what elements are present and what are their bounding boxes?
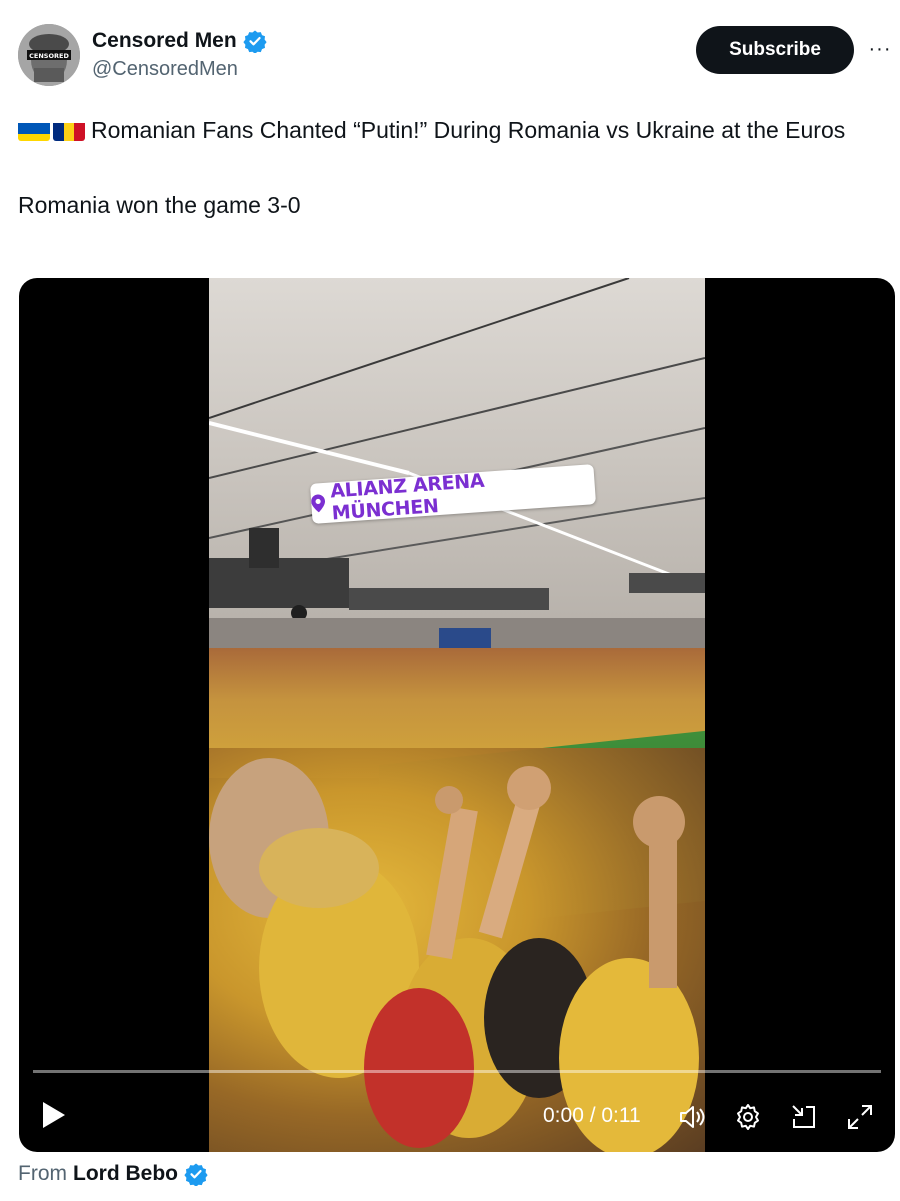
video-frame[interactable]: ALIANZ ARENA MÜNCHEN (209, 278, 705, 1152)
fullscreen-icon[interactable] (845, 1102, 875, 1132)
video-controls: 0:00 / 0:11 (19, 1084, 895, 1144)
play-icon[interactable] (39, 1100, 67, 1130)
subscribe-button[interactable]: Subscribe (696, 26, 854, 74)
tweet-line-1: Romanian Fans Chanted “Putin!” During Ro… (18, 112, 878, 149)
author-name-row[interactable]: Censored Men (92, 28, 267, 54)
verified-badge-icon (243, 30, 267, 53)
tweet-line-2: Romania won the game 3-0 (18, 192, 301, 218)
video-player[interactable]: ALIANZ ARENA MÜNCHEN 0:00 / 0:11 (19, 278, 895, 1152)
ukraine-flag-icon (18, 119, 50, 141)
avatar[interactable]: CENSORED (18, 24, 80, 86)
romania-flag-icon (53, 119, 85, 141)
verified-badge-icon (184, 1163, 208, 1186)
author-info: Censored Men @CensoredMen (92, 28, 267, 82)
tweet-header: CENSORED Censored Men @CensoredMen Subsc… (18, 24, 890, 88)
settings-icon[interactable] (733, 1102, 763, 1132)
source-name[interactable]: Lord Bebo (73, 1162, 178, 1186)
flags (18, 119, 85, 141)
source-attribution: From Lord Bebo (18, 1162, 208, 1186)
video-time-display: 0:00 / 0:11 (543, 1104, 641, 1127)
censored-men-avatar-icon: CENSORED (18, 24, 80, 86)
tweet-text: Romanian Fans Chanted “Putin!” During Ro… (18, 112, 878, 224)
author-display-name[interactable]: Censored Men (92, 28, 237, 54)
more-options-icon[interactable]: ··· (866, 34, 894, 64)
video-progress-bar[interactable] (33, 1070, 881, 1073)
pip-icon[interactable] (789, 1102, 819, 1132)
location-pin-icon (311, 494, 326, 513)
tweet-headline: Romanian Fans Chanted “Putin!” During Ro… (91, 117, 846, 143)
from-label: From (18, 1162, 67, 1185)
volume-icon[interactable] (677, 1102, 707, 1132)
avatar-censored-text: CENSORED (29, 52, 69, 60)
author-handle[interactable]: @CensoredMen (92, 56, 267, 82)
